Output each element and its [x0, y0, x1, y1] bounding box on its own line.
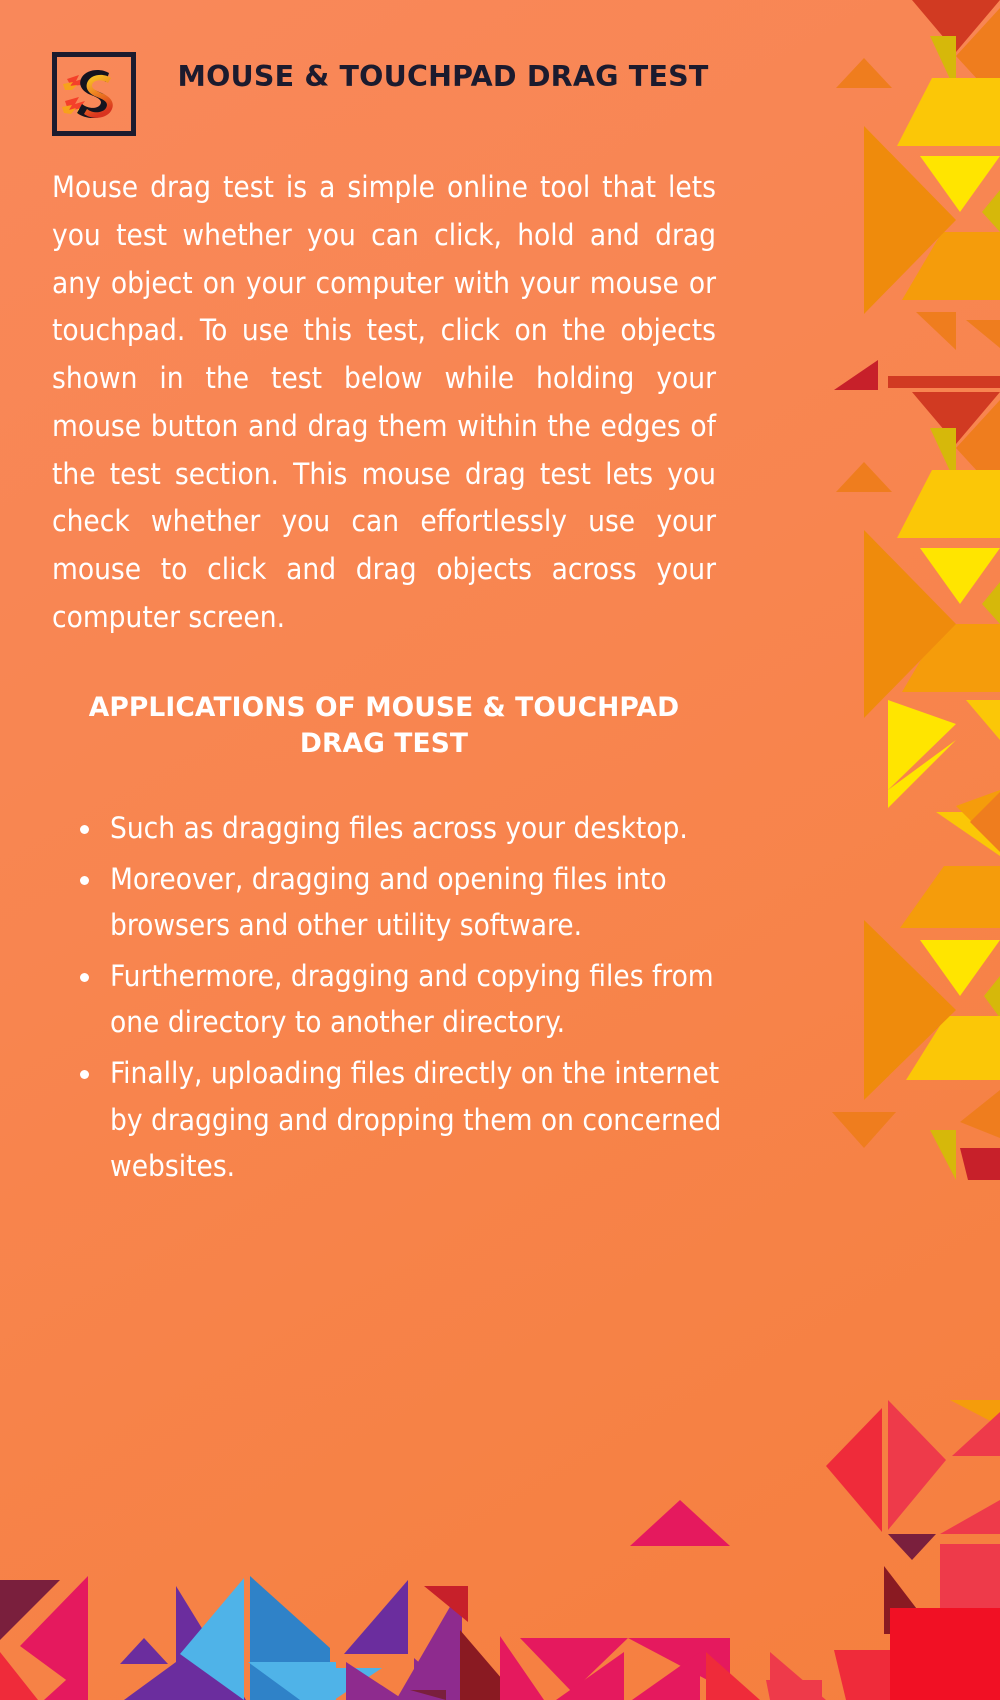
list-item: Furthermore, dragging and copying files …	[80, 953, 730, 1046]
intro-paragraph: Mouse drag test is a simple online tool …	[52, 170, 716, 635]
flaming-s-logo-icon	[62, 69, 113, 119]
triangle-pattern-bottom	[0, 1400, 1000, 1700]
applications-list: Such as dragging files across your deskt…	[52, 805, 730, 1190]
poster-content: MOUSE & TOUCHPAD DRAG TEST Mouse drag te…	[0, 0, 728, 1190]
applications-heading: APPLICATIONS OF MOUSE & TOUCHPAD DRAG TE…	[88, 691, 680, 760]
poster-canvas: MOUSE & TOUCHPAD DRAG TEST Mouse drag te…	[0, 0, 1000, 1700]
brand-logo	[52, 52, 136, 136]
page-title: MOUSE & TOUCHPAD DRAG TEST	[177, 60, 709, 93]
list-item: Finally, uploading files directly on the…	[80, 1050, 730, 1190]
list-item: Such as dragging files across your deskt…	[80, 805, 730, 852]
list-item: Moreover, dragging and opening files int…	[80, 856, 730, 949]
poster-header: MOUSE & TOUCHPAD DRAG TEST	[52, 52, 728, 136]
triangle-pattern-right	[832, 0, 1000, 1180]
